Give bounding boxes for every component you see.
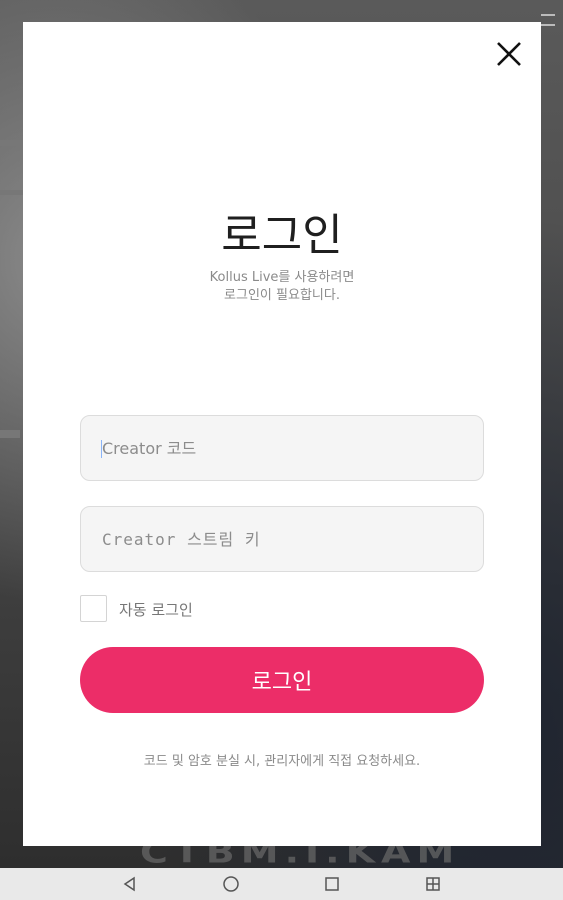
- creator-code-input[interactable]: [80, 415, 484, 481]
- nav-home-button[interactable]: [219, 872, 243, 896]
- nav-back-button[interactable]: [118, 872, 142, 896]
- back-icon: [124, 876, 136, 892]
- auto-login-label: 자동 로그인: [119, 601, 193, 619]
- page-title: 로그인: [221, 210, 343, 261]
- home-icon: [223, 876, 239, 892]
- auto-login-checkbox[interactable]: [80, 595, 107, 622]
- subtitle-line: 로그인이 필요합니다.: [224, 288, 340, 303]
- login-dialog: 로그인 Kollus Live를 사용하려면 로그인이 필요합니다. 자동 로그…: [23, 22, 541, 846]
- login-description: Kollus Live를 사용하려면 로그인이 필요합니다.: [23, 269, 541, 305]
- system-navigation-bar: [0, 868, 563, 900]
- recents-icon: [325, 877, 339, 891]
- creator-stream-key-input[interactable]: [80, 506, 484, 572]
- menu-icon: [541, 14, 555, 26]
- text-cursor: [101, 440, 102, 458]
- nav-screen-button[interactable]: [421, 872, 445, 896]
- close-button[interactable]: [493, 38, 525, 70]
- subtitle-line: Kollus Live를 사용하려면: [209, 270, 355, 285]
- close-icon: [497, 42, 521, 66]
- screen-icon: [425, 877, 440, 891]
- background-stripe: [0, 430, 20, 438]
- login-button[interactable]: 로그인: [80, 647, 484, 713]
- help-text: 코드 및 암호 분실 시, 관리자에게 직접 요청하세요.: [143, 754, 421, 769]
- nav-recents-button[interactable]: [320, 872, 344, 896]
